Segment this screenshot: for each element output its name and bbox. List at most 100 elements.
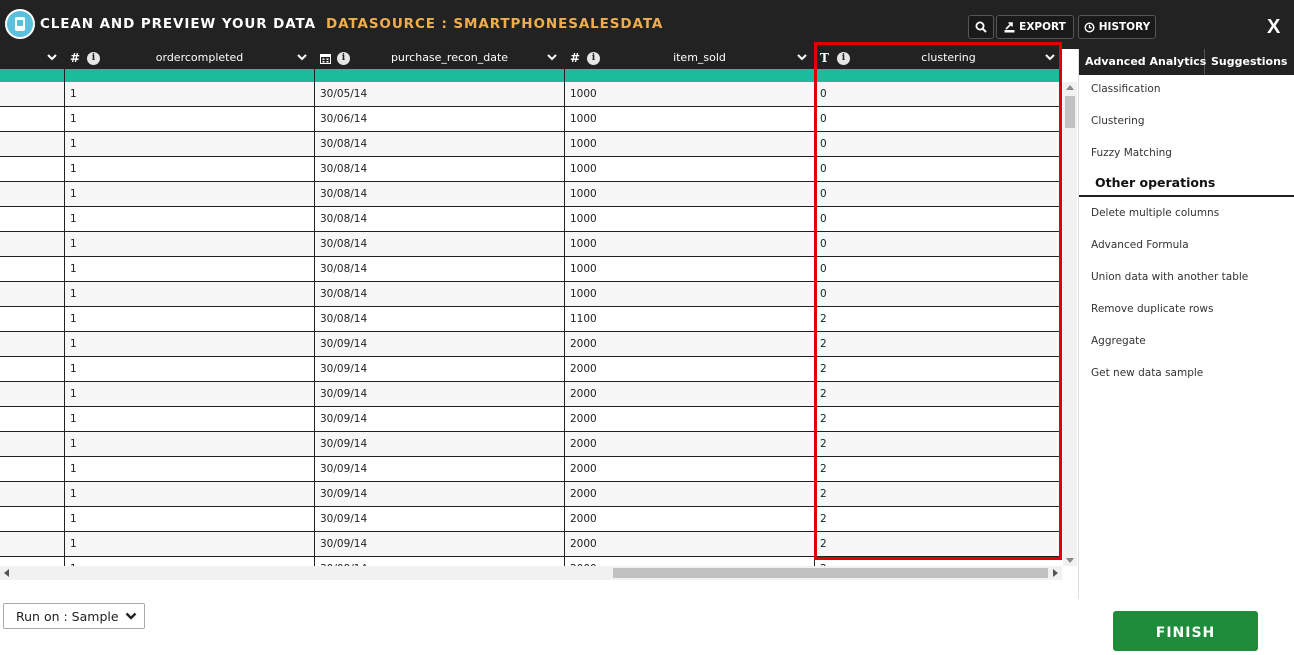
table-cell-hidden[interactable] bbox=[0, 532, 64, 557]
table-cell-hidden[interactable] bbox=[0, 307, 64, 332]
table-cell[interactable]: 30/09/14 bbox=[315, 382, 564, 407]
table-cell-hidden[interactable] bbox=[0, 482, 64, 507]
table-cell[interactable]: 1 bbox=[65, 207, 314, 232]
table-cell[interactable]: 1 bbox=[65, 407, 314, 432]
table-cell[interactable]: 1 bbox=[65, 82, 314, 107]
table-cell-hidden[interactable] bbox=[0, 432, 64, 457]
table-cell[interactable]: 1 bbox=[65, 307, 314, 332]
table-cell[interactable]: 1000 bbox=[565, 132, 814, 157]
table-cell[interactable]: 2 bbox=[815, 457, 1062, 482]
column-header-purchase-recon-date[interactable]: i purchase_recon_date bbox=[315, 49, 564, 69]
close-button[interactable]: X bbox=[1267, 16, 1280, 39]
scroll-right-icon[interactable] bbox=[1053, 569, 1058, 577]
table-cell[interactable]: 30/08/14 bbox=[315, 157, 564, 182]
table-cell[interactable]: 0 bbox=[815, 82, 1062, 107]
chevron-down-icon[interactable] bbox=[46, 51, 58, 63]
chevron-down-icon[interactable] bbox=[1044, 51, 1056, 63]
table-cell-hidden[interactable] bbox=[0, 382, 64, 407]
table-cell[interactable]: 30/08/14 bbox=[315, 307, 564, 332]
table-cell[interactable]: 30/09/14 bbox=[315, 532, 564, 557]
scroll-thumb[interactable] bbox=[1065, 96, 1075, 128]
run-on-dropdown[interactable]: Run on : Sample bbox=[3, 603, 145, 629]
table-cell-hidden[interactable] bbox=[0, 457, 64, 482]
chevron-down-icon[interactable] bbox=[546, 51, 558, 63]
table-cell[interactable]: 1000 bbox=[565, 107, 814, 132]
table-cell[interactable]: 30/08/14 bbox=[315, 282, 564, 307]
table-cell[interactable]: 2 bbox=[815, 507, 1062, 532]
table-cell[interactable]: 30/06/14 bbox=[315, 107, 564, 132]
table-cell[interactable]: 0 bbox=[815, 182, 1062, 207]
table-cell[interactable]: 2000 bbox=[565, 382, 814, 407]
table-cell-hidden[interactable] bbox=[0, 332, 64, 357]
operation-delete-multiple-columns[interactable]: Delete multiple columns bbox=[1091, 207, 1219, 219]
table-cell-hidden[interactable] bbox=[0, 232, 64, 257]
table-cell[interactable]: 1 bbox=[65, 382, 314, 407]
table-cell[interactable]: 30/09/14 bbox=[315, 432, 564, 457]
table-cell[interactable]: 1 bbox=[65, 157, 314, 182]
table-cell[interactable]: 30/09/14 bbox=[315, 482, 564, 507]
table-cell[interactable]: 2 bbox=[815, 432, 1062, 457]
table-cell-hidden[interactable] bbox=[0, 182, 64, 207]
vertical-scrollbar[interactable] bbox=[1063, 82, 1077, 566]
table-cell[interactable]: 30/09/14 bbox=[315, 557, 564, 566]
history-button[interactable]: HISTORY bbox=[1078, 15, 1156, 39]
table-cell[interactable]: 30/09/14 bbox=[315, 457, 564, 482]
table-cell[interactable]: 30/08/14 bbox=[315, 207, 564, 232]
finish-button[interactable]: FINISH bbox=[1113, 611, 1258, 651]
info-icon[interactable]: i bbox=[337, 52, 350, 65]
table-cell[interactable]: 2 bbox=[815, 407, 1062, 432]
table-cell[interactable]: 2 bbox=[815, 532, 1062, 557]
scroll-up-icon[interactable] bbox=[1066, 85, 1074, 90]
table-cell[interactable]: 1 bbox=[65, 282, 314, 307]
scroll-left-icon[interactable] bbox=[4, 569, 9, 577]
table-cell-hidden[interactable] bbox=[0, 257, 64, 282]
table-cell[interactable]: 0 bbox=[815, 232, 1062, 257]
table-cell[interactable]: 2000 bbox=[565, 482, 814, 507]
table-cell-hidden[interactable] bbox=[0, 357, 64, 382]
table-cell[interactable]: 30/08/14 bbox=[315, 182, 564, 207]
table-cell[interactable]: 30/09/14 bbox=[315, 507, 564, 532]
table-cell[interactable]: 1 bbox=[65, 482, 314, 507]
tab-suggestions[interactable]: Suggestions bbox=[1205, 49, 1294, 75]
table-cell[interactable]: 0 bbox=[815, 107, 1062, 132]
table-cell[interactable]: 2000 bbox=[565, 532, 814, 557]
table-cell[interactable]: 1000 bbox=[565, 82, 814, 107]
table-cell[interactable]: 1 bbox=[65, 357, 314, 382]
column-header-clustering[interactable]: T i clustering bbox=[815, 49, 1062, 69]
horizontal-scrollbar[interactable] bbox=[0, 566, 1062, 580]
table-cell[interactable]: 2000 bbox=[565, 432, 814, 457]
table-cell[interactable]: 30/08/14 bbox=[315, 257, 564, 282]
table-cell[interactable]: 0 bbox=[815, 257, 1062, 282]
table-cell[interactable]: 2000 bbox=[565, 357, 814, 382]
table-cell[interactable]: 0 bbox=[815, 282, 1062, 307]
table-cell[interactable]: 1 bbox=[65, 332, 314, 357]
info-icon[interactable]: i bbox=[587, 52, 600, 65]
table-cell-hidden[interactable] bbox=[0, 207, 64, 232]
table-cell[interactable]: 2000 bbox=[565, 332, 814, 357]
operation-union-data[interactable]: Union data with another table bbox=[1091, 271, 1248, 283]
table-cell[interactable]: 1000 bbox=[565, 207, 814, 232]
table-cell[interactable]: 2 bbox=[815, 382, 1062, 407]
table-cell[interactable]: 1000 bbox=[565, 182, 814, 207]
operation-advanced-formula[interactable]: Advanced Formula bbox=[1091, 239, 1189, 251]
table-cell[interactable]: 2000 bbox=[565, 457, 814, 482]
operation-remove-duplicate-rows[interactable]: Remove duplicate rows bbox=[1091, 303, 1213, 315]
operation-fuzzy-matching[interactable]: Fuzzy Matching bbox=[1091, 147, 1172, 159]
table-cell[interactable]: 2 bbox=[815, 557, 1062, 566]
table-cell[interactable]: 1 bbox=[65, 432, 314, 457]
table-cell[interactable]: 2000 bbox=[565, 407, 814, 432]
table-cell-hidden[interactable] bbox=[0, 157, 64, 182]
table-cell[interactable]: 2 bbox=[815, 332, 1062, 357]
info-icon[interactable]: i bbox=[837, 52, 850, 65]
info-icon[interactable]: i bbox=[87, 52, 100, 65]
table-cell[interactable]: 0 bbox=[815, 157, 1062, 182]
table-cell[interactable]: 2 bbox=[815, 482, 1062, 507]
table-cell[interactable]: 1000 bbox=[565, 232, 814, 257]
table-cell[interactable]: 30/05/14 bbox=[315, 82, 564, 107]
column-header-hidden[interactable] bbox=[0, 49, 64, 69]
table-cell[interactable]: 30/09/14 bbox=[315, 407, 564, 432]
operation-get-new-data-sample[interactable]: Get new data sample bbox=[1091, 367, 1203, 379]
table-cell[interactable]: 1 bbox=[65, 557, 314, 566]
operation-classification[interactable]: Classification bbox=[1091, 83, 1160, 95]
table-cell[interactable]: 1 bbox=[65, 532, 314, 557]
